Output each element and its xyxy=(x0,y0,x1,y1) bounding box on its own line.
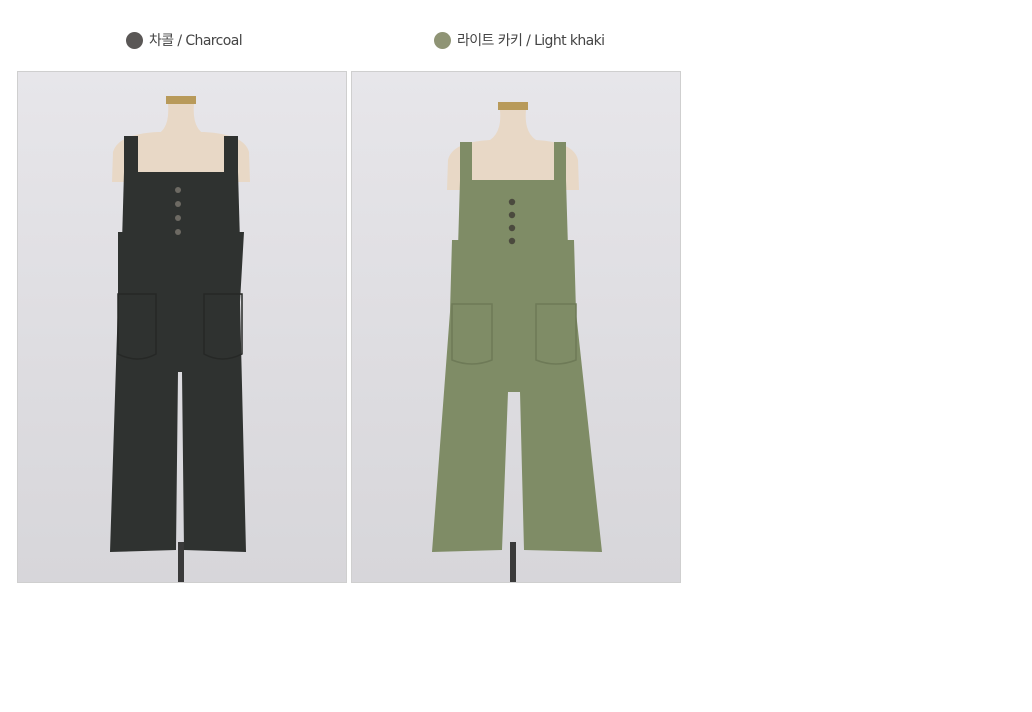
product-photo-light-khaki[interactable] xyxy=(351,71,681,583)
color-swatch-icon xyxy=(434,31,451,49)
color-option-light-khaki[interactable]: 라이트 카키 / Light khaki xyxy=(434,30,605,50)
color-option-charcoal[interactable]: 차콜 / Charcoal xyxy=(126,30,243,50)
product-photo-charcoal[interactable] xyxy=(17,71,347,583)
charcoal-overall-image xyxy=(110,96,250,582)
color-label-light-khaki: 라이트 카키 / Light khaki xyxy=(457,33,605,49)
color-label-charcoal: 차콜 / Charcoal xyxy=(149,33,243,49)
color-swatch-icon xyxy=(126,31,143,49)
light-khaki-overall-image xyxy=(432,102,602,582)
